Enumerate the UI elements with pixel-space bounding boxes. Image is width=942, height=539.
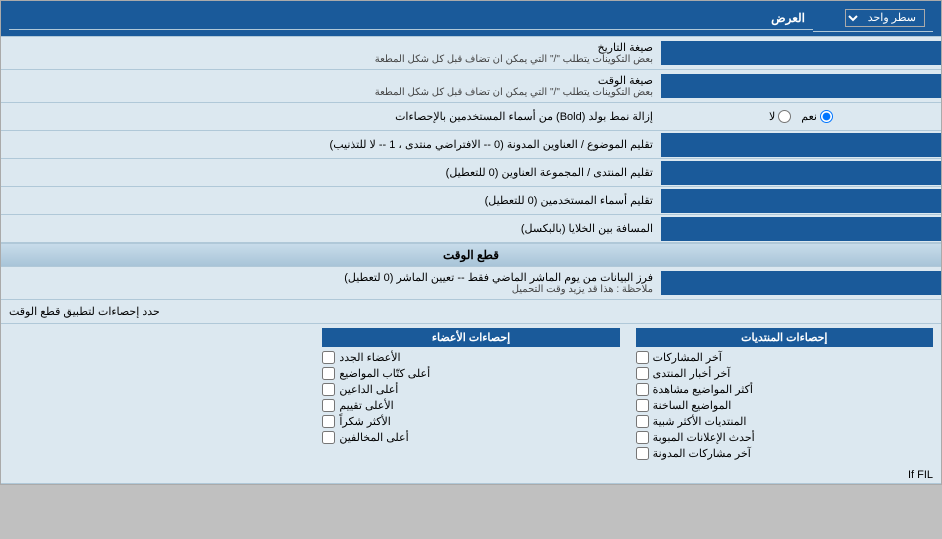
trim-users-input-area[interactable]: 0 (661, 189, 941, 213)
cell-spacing-input[interactable]: 2 (665, 222, 937, 236)
member-stat-item-0[interactable]: الأعضاء الجدد (322, 351, 619, 364)
forum-stat-check-6[interactable] (636, 447, 649, 460)
empty-col (1, 324, 314, 467)
member-stat-check-1[interactable] (322, 367, 335, 380)
forum-stat-check-4[interactable] (636, 415, 649, 428)
forum-stats-col-header: إحصاءات المنتديات (636, 328, 933, 347)
trim-forum-input-area[interactable]: 33 (661, 161, 941, 185)
member-stat-check-0[interactable] (322, 351, 335, 364)
cell-spacing-label: المسافة بين الخلايا (بالبكسل) (1, 218, 661, 239)
trim-forum-row: 33 تقليم المنتدى / المجموعة العناوين (0 … (1, 159, 941, 187)
snapshot-filter-label: فرز البيانات من يوم الماشر الماضي فقط --… (1, 267, 661, 299)
time-format-label: صيغة الوقت بعض التكوينات يتطلب "/" التي … (1, 70, 661, 102)
forum-stat-item-3[interactable]: المواضيع الساخنة (636, 399, 933, 412)
snapshot-filter-row: 0 فرز البيانات من يوم الماشر الماضي فقط … (1, 267, 941, 300)
date-format-row: d-m صيغة التاريخ بعض التكوينات يتطلب "/"… (1, 37, 941, 70)
main-container: سطر واحد سطرين ثلاثة أسطر العرض d-m صيغة… (0, 0, 942, 485)
bold-radio-row: نعم لا إزالة نمط بولد (Bold) من أسماء ال… (1, 103, 941, 131)
trim-forum-label: تقليم المنتدى / المجموعة العناوين (0 للت… (1, 162, 661, 183)
trim-users-label: تقليم أسماء المستخدمين (0 للتعطيل) (1, 190, 661, 211)
trim-subject-input[interactable]: 33 (665, 138, 937, 152)
bold-radio-options[interactable]: نعم لا (661, 108, 941, 125)
snapshot-section-header: قطع الوقت (1, 243, 941, 267)
forum-stat-item-6[interactable]: آخر مشاركات المدونة (636, 447, 933, 460)
member-stat-item-1[interactable]: أعلى كتّاب المواضيع (322, 367, 619, 380)
bottom-note: If FIL (1, 467, 941, 484)
time-format-input-area[interactable]: H:i (661, 74, 941, 98)
date-format-label: صيغة التاريخ بعض التكوينات يتطلب "/" الت… (1, 37, 661, 69)
trim-subject-label: تقليم الموضوع / العناوين المدونة (0 -- ا… (1, 134, 661, 155)
bold-yes-label[interactable]: نعم (801, 110, 833, 123)
trim-users-input[interactable]: 0 (665, 194, 937, 208)
cell-spacing-row: 2 المسافة بين الخلايا (بالبكسل) (1, 215, 941, 243)
forum-stat-check-0[interactable] (636, 351, 649, 364)
bold-yes-radio[interactable] (820, 110, 833, 123)
trim-subject-input-area[interactable]: 33 (661, 133, 941, 157)
forum-stat-check-1[interactable] (636, 367, 649, 380)
forum-stat-item-5[interactable]: أحدث الإعلانات المبوبة (636, 431, 933, 444)
snapshot-filter-input-area[interactable]: 0 (661, 271, 941, 295)
forum-stat-check-5[interactable] (636, 431, 649, 444)
checkboxes-grid: إحصاءات المنتديات آخر المشاركات آخر أخبا… (1, 324, 941, 467)
display-select[interactable]: سطر واحد سطرين ثلاثة أسطر (845, 9, 925, 27)
date-format-input[interactable]: d-m (665, 46, 937, 60)
trim-subject-row: 33 تقليم الموضوع / العناوين المدونة (0 -… (1, 131, 941, 159)
member-stat-item-5[interactable]: أعلى المخالفين (322, 431, 619, 444)
member-stat-item-3[interactable]: الأعلى تقييم (322, 399, 619, 412)
forum-stat-item-4[interactable]: المنتديات الأكثر شبية (636, 415, 933, 428)
bold-label: إزالة نمط بولد (Bold) من أسماء المستخدمي… (1, 106, 661, 127)
forum-stats-col: إحصاءات المنتديات آخر المشاركات آخر أخبا… (628, 324, 941, 467)
forum-stat-item-2[interactable]: أكثر المواضيع مشاهدة (636, 383, 933, 396)
forum-stat-check-2[interactable] (636, 383, 649, 396)
member-stat-check-3[interactable] (322, 399, 335, 412)
bold-no-radio[interactable] (778, 110, 791, 123)
snapshot-filter-input[interactable]: 0 (665, 276, 937, 290)
date-format-input-area[interactable]: d-m (661, 41, 941, 65)
member-stat-check-5[interactable] (322, 431, 335, 444)
forum-stat-check-3[interactable] (636, 399, 649, 412)
member-stat-check-4[interactable] (322, 415, 335, 428)
bold-no-label[interactable]: لا (769, 110, 791, 123)
forum-stat-item-1[interactable]: آخر أخبار المنتدى (636, 367, 933, 380)
cell-spacing-input-area[interactable]: 2 (661, 217, 941, 241)
forum-stat-item-0[interactable]: آخر المشاركات (636, 351, 933, 364)
member-stat-check-2[interactable] (322, 383, 335, 396)
member-stats-col-header: إحصاءات الأعضاء (322, 328, 619, 347)
member-stats-col: إحصاءات الأعضاء الأعضاء الجدد أعلى كتّاب… (314, 324, 627, 467)
trim-forum-input[interactable]: 33 (665, 166, 937, 180)
display-select-area[interactable]: سطر واحد سطرين ثلاثة أسطر (813, 5, 933, 32)
header-title: العرض (9, 7, 813, 30)
time-format-input[interactable]: H:i (665, 79, 937, 93)
header-row: سطر واحد سطرين ثلاثة أسطر العرض (1, 1, 941, 37)
member-stat-item-4[interactable]: الأكثر شكراً (322, 415, 619, 428)
checkboxes-header: حدد إحصاءات لتطبيق قطع الوقت (1, 300, 941, 324)
member-stat-item-2[interactable]: أعلى الداعين (322, 383, 619, 396)
time-format-row: H:i صيغة الوقت بعض التكوينات يتطلب "/" ا… (1, 70, 941, 103)
trim-users-row: 0 تقليم أسماء المستخدمين (0 للتعطيل) (1, 187, 941, 215)
